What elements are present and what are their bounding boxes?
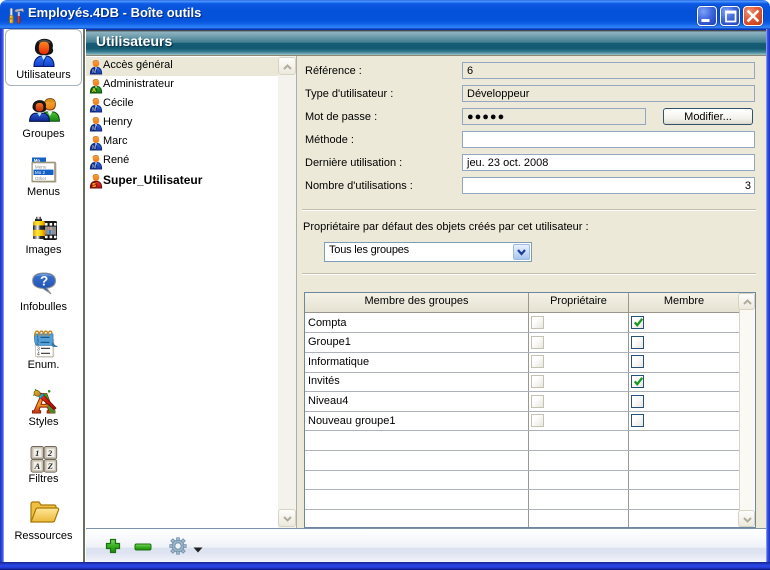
svg-text:1: 1 <box>35 448 39 458</box>
svg-text:Menu: Menu <box>34 164 46 169</box>
svg-text:Z: Z <box>46 461 53 471</box>
svg-text:M: M <box>92 126 96 132</box>
svg-text:Mo 2: Mo 2 <box>34 170 45 175</box>
svg-text:S: S <box>92 183 96 189</box>
svg-text:M: M <box>92 107 96 113</box>
svg-text:A: A <box>33 461 40 471</box>
svg-text:2: 2 <box>46 448 52 458</box>
svg-text:M: M <box>92 145 96 151</box>
svg-text:M: M <box>92 164 96 170</box>
svg-text:M: M <box>92 69 96 75</box>
svg-text:2: 2 <box>36 340 39 346</box>
svg-text:4: 4 <box>37 352 40 358</box>
svg-text:?: ? <box>40 274 48 289</box>
svg-text:Other: Other <box>34 176 46 181</box>
